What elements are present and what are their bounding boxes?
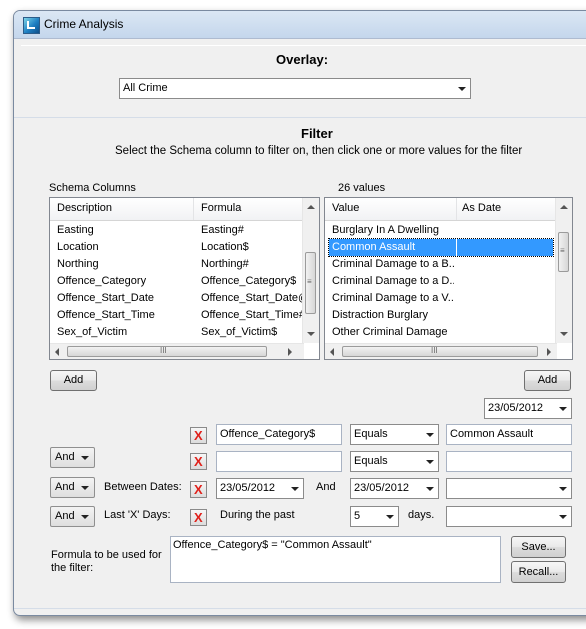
condition-1-column-field[interactable]: Offence_Category$ — [216, 424, 342, 445]
during-the-past-label: During the past — [220, 509, 295, 521]
list-item[interactable]: Criminal Damage to a V... — [325, 290, 557, 307]
close-icon: X — [194, 510, 203, 525]
list-item[interactable]: Criminal Damage to a B... — [325, 256, 557, 273]
scroll-up-icon[interactable] — [560, 205, 568, 209]
filter-instruction: Select the Schema column to filter on, t… — [115, 145, 523, 157]
column-header-formula[interactable]: Formula — [201, 202, 241, 214]
column-header-as-date[interactable]: As Date — [462, 202, 501, 214]
value-date-picker[interactable]: 23/05/2012 — [484, 398, 572, 419]
chevron-down-icon — [386, 515, 394, 519]
horizontal-scrollbar[interactable]: III — [50, 343, 304, 359]
chevron-down-icon — [81, 486, 89, 490]
condition-2-column-field[interactable] — [216, 451, 342, 472]
dialog-body: Overlay: All Crime Filter Select the Sch… — [14, 45, 586, 609]
scroll-thumb[interactable]: ≡ — [305, 252, 316, 314]
scroll-left-icon[interactable] — [55, 348, 59, 356]
list-item[interactable]: Offence_Category Offence_Category$ — [50, 273, 304, 290]
chevron-down-icon — [291, 487, 299, 491]
column-header-value[interactable]: Value — [332, 202, 359, 214]
condition-1-value-field[interactable]: Common Assault — [446, 424, 572, 445]
values-count-label: 26 values — [338, 182, 386, 194]
list-item[interactable]: Offence_Start_Time Offence_Start_Time# — [50, 307, 304, 324]
list-item[interactable]: Easting Easting# — [50, 222, 304, 239]
scroll-right-icon[interactable] — [547, 348, 551, 356]
chevron-down-icon — [426, 460, 434, 464]
values-list-header: Value As Date — [325, 198, 557, 221]
list-item[interactable]: Sex_of_Victim Sex_of_Victim$ — [50, 324, 304, 341]
chevron-down-icon — [426, 487, 434, 491]
close-icon: X — [194, 482, 203, 497]
schema-list-header: Description Formula — [50, 198, 304, 221]
list-item[interactable]: Offence_Start_Date Offence_Start_Date@ — [50, 290, 304, 307]
schema-columns-label: Schema Columns — [49, 182, 136, 194]
scroll-up-icon[interactable] — [307, 205, 315, 209]
condition-2-operator-select[interactable]: Equals — [350, 451, 439, 472]
horizontal-scrollbar[interactable]: III — [325, 343, 557, 359]
add-value-button[interactable]: Add — [524, 370, 571, 391]
remove-condition-2-button[interactable]: X — [190, 453, 207, 470]
overlay-label: Overlay: — [276, 52, 329, 67]
chevron-down-icon — [81, 515, 89, 519]
and-label: And — [316, 481, 336, 493]
filter-heading: Filter — [301, 126, 333, 141]
list-item[interactable]: Distraction Burglary — [325, 307, 557, 324]
between-dates-label: Between Dates: — [104, 481, 182, 493]
scroll-down-icon[interactable] — [560, 332, 568, 336]
formula-label: Formula to be used for the filter: — [51, 549, 162, 574]
scroll-thumb[interactable]: III — [67, 346, 267, 357]
close-icon: X — [194, 454, 203, 469]
column-header-description[interactable]: Description — [57, 202, 112, 214]
remove-condition-3-button[interactable]: X — [190, 481, 207, 498]
list-item[interactable]: Other Criminal Damage — [325, 324, 557, 341]
overlay-selected-value: All Crime — [123, 82, 168, 94]
formula-textarea[interactable]: Offence_Category$ = "Common Assault" — [170, 536, 501, 583]
window-title: Crime Analysis — [44, 17, 124, 31]
list-item-selected[interactable]: Common Assault — [328, 238, 554, 257]
scroll-right-icon[interactable] — [288, 348, 292, 356]
remove-condition-4-button[interactable]: X — [190, 509, 207, 526]
title-bar[interactable]: Crime Analysis — [14, 11, 586, 39]
filter-group: Filter Select the Schema column to filte… — [14, 117, 586, 609]
between-dates-to-picker[interactable]: 23/05/2012 — [350, 478, 439, 499]
scroll-thumb[interactable]: III — [342, 346, 538, 357]
list-item[interactable]: Location Location$ — [50, 239, 304, 256]
close-icon: X — [194, 428, 203, 443]
condition-4-extra-select[interactable] — [446, 506, 572, 527]
chevron-down-icon — [458, 87, 466, 91]
vertical-scrollbar[interactable]: ≡ — [555, 198, 572, 343]
list-item[interactable]: Burglary In A Dwelling — [325, 222, 557, 239]
overlay-select[interactable]: All Crime — [119, 78, 471, 99]
between-dates-from-picker[interactable]: 23/05/2012 — [216, 478, 304, 499]
crime-analysis-window: Crime Analysis Overlay: All Crime Filter… — [13, 10, 586, 616]
days-count-select[interactable]: 5 — [350, 506, 399, 527]
list-item[interactable]: Northing Northing# — [50, 256, 304, 273]
save-button[interactable]: Save... — [511, 536, 566, 558]
chevron-down-icon — [559, 487, 567, 491]
condition-1-operator-select[interactable]: Equals — [350, 424, 439, 445]
condition-3-extra-select[interactable] — [446, 478, 572, 499]
schema-columns-list[interactable]: Description Formula Easting Easting# Loc… — [49, 197, 320, 360]
list-item[interactable]: Criminal Damage to a D... — [325, 273, 557, 290]
condition-3-conjunction-select[interactable]: And — [50, 477, 95, 498]
recall-button[interactable]: Recall... — [511, 561, 566, 583]
scroll-thumb[interactable]: ≡ — [558, 232, 569, 272]
scroll-down-icon[interactable] — [307, 332, 315, 336]
condition-2-value-field[interactable] — [446, 451, 572, 472]
vertical-scrollbar[interactable]: ≡ — [302, 198, 319, 343]
scroll-left-icon[interactable] — [330, 348, 334, 356]
days-label: days. — [408, 509, 435, 521]
last-x-days-label: Last 'X' Days: — [104, 509, 171, 521]
remove-condition-1-button[interactable]: X — [190, 427, 207, 444]
values-list[interactable]: Value As Date Burglary In A Dwelling Com… — [324, 197, 573, 360]
chevron-down-icon — [81, 456, 89, 460]
chevron-down-icon — [559, 515, 567, 519]
chevron-down-icon — [559, 407, 567, 411]
app-icon — [23, 17, 40, 34]
condition-2-conjunction-select[interactable]: And — [50, 447, 95, 468]
condition-4-conjunction-select[interactable]: And — [50, 506, 95, 527]
chevron-down-icon — [426, 433, 434, 437]
add-schema-button[interactable]: Add — [50, 370, 97, 391]
